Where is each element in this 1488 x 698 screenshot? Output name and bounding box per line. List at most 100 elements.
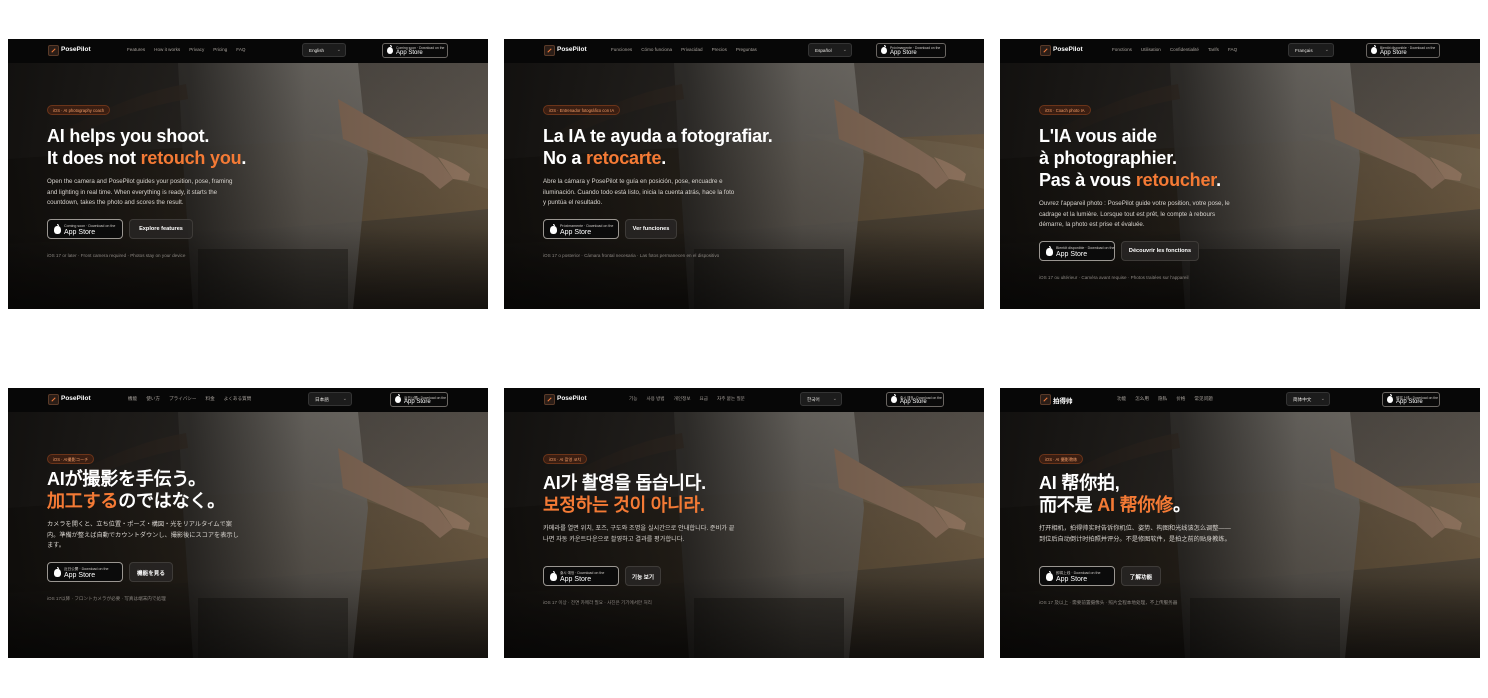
hero-bottom-fade: [8, 39, 488, 309]
store-button-label: App Store: [1396, 399, 1423, 405]
nav-link[interactable]: 怎么用: [1135, 396, 1149, 404]
explore-features-button[interactable]: Explore features: [129, 219, 193, 239]
apple-logo-icon: [1371, 45, 1377, 54]
nav-link[interactable]: How it works: [154, 47, 180, 55]
nav-link[interactable]: Precios: [712, 47, 727, 55]
nav-link[interactable]: Cómo funciona: [641, 47, 672, 55]
nav-link[interactable]: Funciones: [611, 47, 632, 55]
nav-link[interactable]: 사용 방법: [646, 396, 664, 404]
hero-app-store-button[interactable]: 출시 예정 · Download on the App Store: [543, 566, 619, 586]
store-button-label: App Store: [1056, 251, 1088, 258]
requirements-footnote: iOS 17 o posterior · Cámara frontal nece…: [543, 253, 720, 258]
brand-name[interactable]: PosePilot: [61, 395, 91, 402]
brand-name[interactable]: 拍得帅: [1053, 395, 1073, 405]
language-select[interactable]: 日本語 ⌄: [308, 392, 352, 406]
posepilot-logo-icon[interactable]: [48, 394, 59, 405]
headline-accent: retouch you: [140, 148, 242, 168]
nav-link[interactable]: Utilisation: [1141, 47, 1161, 55]
nav-link[interactable]: Privacy: [189, 47, 204, 55]
hero-description: 카메라를 열면 위치, 포즈, 구도와 조명을 실시간으로 안내합니다. 준비가…: [543, 525, 735, 543]
chevron-down-icon: ⌄: [842, 47, 847, 53]
nav-link[interactable]: 价格: [1176, 396, 1185, 404]
explore-features-button[interactable]: Ver funciones: [625, 219, 677, 239]
posepilot-logo-icon[interactable]: [1040, 394, 1051, 405]
nav-link[interactable]: 자주 묻는 질문: [717, 396, 745, 404]
language-select[interactable]: Español ⌄: [808, 43, 852, 57]
posepilot-logo-icon[interactable]: [48, 45, 59, 56]
headline-tail: 。: [1173, 495, 1191, 515]
platform-badge: iOS · AI 摄影教练: [1039, 454, 1084, 464]
headline-text: AI가 촬영을 돕습니다.: [543, 473, 706, 493]
hero-headline: L'IA vous aide à photographier. Pas à vous…: [1039, 125, 1221, 191]
headline-tail: .: [661, 148, 667, 168]
posepilot-logo-icon[interactable]: [544, 45, 555, 56]
nav-link[interactable]: 功能: [1117, 396, 1126, 404]
chevron-down-icon: ⌄: [336, 47, 341, 53]
explore-features-button[interactable]: 기능 보기: [625, 566, 661, 586]
brand-name[interactable]: PosePilot: [557, 46, 587, 53]
headline-text: 而不是: [1039, 495, 1098, 515]
hero-app-store-button[interactable]: Próximamente · Download on the App Store: [543, 219, 619, 239]
brand-name[interactable]: PosePilot: [61, 46, 91, 53]
headline-accent: AI 帮你修: [1097, 495, 1174, 515]
nav-link[interactable]: 常见问题: [1194, 396, 1212, 404]
nav-link[interactable]: Pricing: [213, 47, 227, 55]
nav-app-store-button[interactable]: 출시 예정 · Download on the App Store: [886, 392, 944, 407]
nav-link[interactable]: 料金: [205, 396, 214, 404]
hero-headline: AI가 촬영을 돕습니다. 보정하는 것이 아니라.: [543, 472, 706, 516]
nav-link[interactable]: Preguntas: [736, 47, 757, 55]
language-select[interactable]: English ⌄: [302, 43, 346, 57]
nav-link[interactable]: よくある質問: [224, 396, 252, 404]
hero-app-store-button[interactable]: 近日公開 · Download on the App Store: [47, 562, 123, 582]
headline-line: AI 帮你拍,: [1039, 472, 1191, 494]
nav-link[interactable]: FAQ: [1228, 47, 1237, 55]
language-select[interactable]: 简体中文 ⌄: [1286, 392, 1330, 406]
headline-text: AI helps you shoot.: [47, 126, 210, 146]
language-select[interactable]: 한국어 ⌄: [800, 392, 842, 406]
brand-name[interactable]: PosePilot: [557, 395, 587, 402]
nav-app-store-button[interactable]: Coming soon · Download on the App Store: [382, 43, 448, 58]
nav-app-store-button[interactable]: 即将上线 · Download on the App Store: [1382, 392, 1440, 407]
language-select[interactable]: Français ⌄: [1288, 43, 1334, 57]
nav-link[interactable]: 使い方: [146, 396, 160, 404]
posepilot-logo-icon[interactable]: [1040, 45, 1051, 56]
hero-app-store-button[interactable]: Coming soon · Download on the App Store: [47, 219, 123, 239]
nav-links: Features How it works Privacy Pricing FAQ: [127, 47, 246, 55]
nav-app-store-button[interactable]: Bientôt disponible · Download on the App …: [1366, 43, 1440, 58]
apple-logo-icon: [387, 45, 393, 54]
nav-link[interactable]: Features: [127, 47, 145, 55]
apple-logo-icon: [891, 394, 897, 403]
nav-link[interactable]: FAQ: [236, 47, 245, 55]
nav-link[interactable]: 요금: [700, 396, 708, 404]
explore-features-button[interactable]: 了解功能: [1121, 566, 1161, 586]
landing-page-ja: PosePilot 機能 使い方 プライバシー 料金 よくある質問 日本語 ⌄ 近日公開 · D…: [8, 388, 488, 658]
nav-link[interactable]: 隐私: [1158, 396, 1167, 404]
brand-name[interactable]: PosePilot: [1053, 46, 1083, 53]
store-button-caption: Coming soon · Download on the: [64, 224, 116, 228]
nav-link[interactable]: Privacidad: [681, 47, 702, 55]
nav-link[interactable]: Tarifs: [1208, 47, 1219, 55]
nav-app-store-button[interactable]: 近日公開 · Download on the App Store: [390, 392, 448, 407]
nav-link[interactable]: 개인정보: [674, 396, 691, 404]
headline-text: AI 帮你拍,: [1039, 473, 1120, 493]
explore-features-button[interactable]: Découvrir les fonctions: [1121, 241, 1199, 261]
nav-link[interactable]: プライバシー: [169, 396, 196, 404]
nav-link[interactable]: 기능: [629, 396, 637, 404]
hero-description: Ouvrez l'appareil photo : PosePilot guid…: [1039, 200, 1230, 229]
hero-app-store-button[interactable]: 即将上线 · Download on the App Store: [1039, 566, 1115, 586]
landing-page-fr: PosePilot Fonctions Utilisation Confidentia…: [1000, 39, 1480, 309]
headline-line: La IA te ayuda a fotografiar.: [543, 125, 773, 147]
hero-bottom-fade: [504, 388, 984, 658]
store-button-label: App Store: [890, 50, 917, 56]
apple-logo-icon: [54, 224, 61, 234]
nav-link[interactable]: Fonctions: [1112, 47, 1132, 55]
nav-link[interactable]: 機能: [128, 396, 137, 404]
requirements-footnote: iOS 17 or later · Front camera required …: [47, 253, 186, 258]
headline-line: It does not retouch you.: [47, 147, 246, 169]
apple-logo-icon: [54, 567, 61, 577]
posepilot-logo-icon[interactable]: [544, 394, 555, 405]
explore-features-button[interactable]: 機能を見る: [129, 562, 173, 582]
nav-app-store-button[interactable]: Próximamente · Download on the App Store: [876, 43, 946, 58]
nav-link[interactable]: Confidentialité: [1170, 47, 1199, 55]
hero-app-store-button[interactable]: Bientôt disponible · Download on the App …: [1039, 241, 1115, 261]
